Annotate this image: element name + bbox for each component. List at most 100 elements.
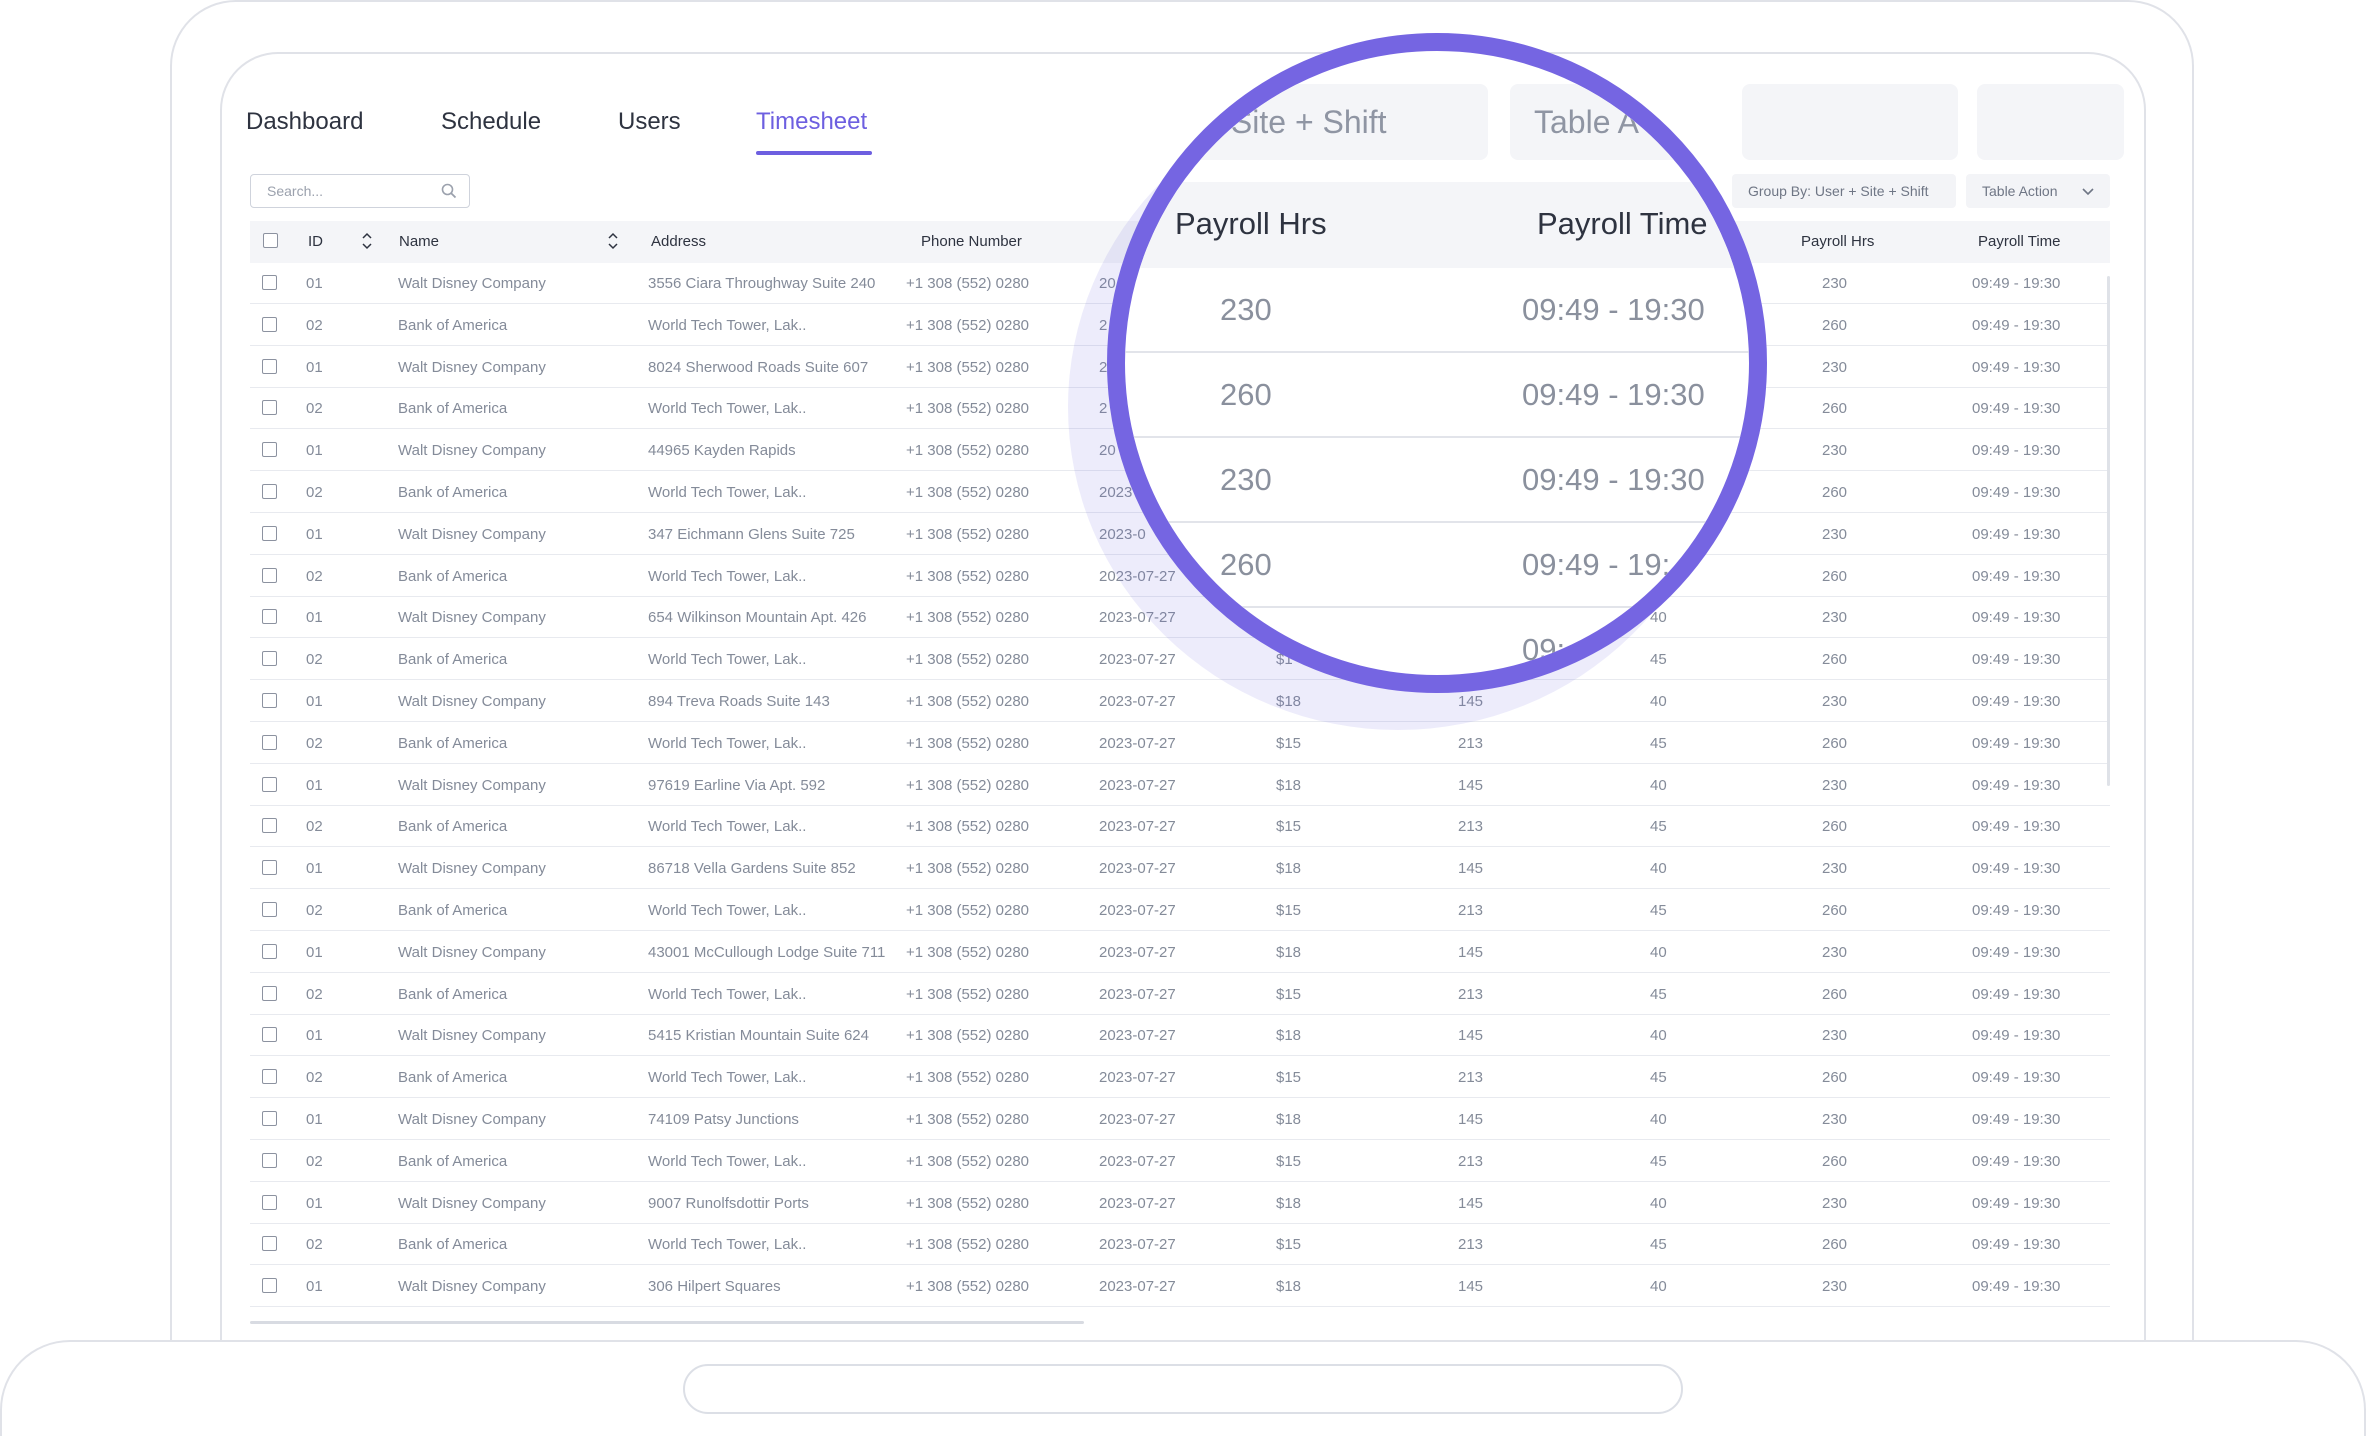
select-all-checkbox[interactable] (263, 233, 278, 248)
magnified-header-payroll-hrs: Payroll Hrs (1175, 206, 1327, 241)
cell-date: 2023-07-27 (1099, 1069, 1176, 1087)
table-row[interactable]: 01 Walt Disney Company 86718 Vella Gardens… (250, 848, 2110, 890)
cell-name: Bank of America (398, 400, 508, 418)
magnified-payroll-time: 09: (1522, 632, 1566, 667)
table-row[interactable]: 02 Bank of America World Tech Tower, Lak..… (250, 723, 2110, 764)
tab-schedule[interactable]: Schedule (441, 108, 541, 136)
table-row[interactable]: 01 Walt Disney Company 894 Treva Roads Sui… (250, 681, 2110, 722)
cell-payroll-time: 09:49 - 19:30 (1972, 1152, 2061, 1170)
row-checkbox[interactable] (262, 525, 277, 541)
row-checkbox[interactable] (262, 358, 277, 374)
row-checkbox[interactable] (262, 400, 277, 416)
row-checkbox[interactable] (262, 275, 277, 290)
cell-date: 2023-07-27 (1099, 1236, 1176, 1254)
row-checkbox[interactable] (262, 818, 277, 834)
vertical-scrollbar[interactable] (2107, 276, 2110, 786)
table-row[interactable]: 02 Bank of America World Tech Tower, Lak..… (250, 890, 2110, 931)
column-header-payroll-time[interactable]: Payroll Time (1978, 233, 2061, 250)
cell-value: 40 (1650, 1194, 1667, 1212)
cell-value: 213 (1458, 985, 1484, 1003)
cell-date: 2023-07-27 (1099, 1111, 1176, 1128)
row-checkbox[interactable] (262, 693, 277, 708)
magnifier-lens: ser + Site + Shift Table A Payroll Hrs P… (1107, 33, 1767, 693)
table-row[interactable]: 02 Bank of America World Tech Tower, Lak..… (250, 1141, 2110, 1182)
table-row[interactable]: 02 Bank of America World Tech Tower, Lak..… (250, 1224, 2110, 1266)
row-checkbox[interactable] (262, 1278, 277, 1294)
table-row[interactable]: 01 Walt Disney Company 43001 McCullough Lo… (250, 932, 2110, 973)
column-header-phone[interactable]: Phone Number (921, 233, 1022, 250)
cell-rate: $15 (1276, 902, 1302, 919)
cell-payroll-time: 09:49 - 19:30 (1972, 275, 2061, 292)
cell-value: 45 (1650, 985, 1667, 1003)
row-checkbox[interactable] (262, 1111, 277, 1126)
magnified-payroll-hrs: 230 (1220, 292, 1272, 327)
cell-payroll-hrs: 260 (1822, 1069, 1848, 1087)
cell-phone: +1 308 (552) 0280 (906, 400, 1030, 418)
row-checkbox[interactable] (262, 902, 277, 917)
row-checkbox[interactable] (262, 316, 277, 332)
cell-payroll-hrs: 230 (1822, 943, 1848, 961)
row-checkbox[interactable] (262, 734, 277, 750)
cell-payroll-hrs: 230 (1822, 275, 1848, 292)
table-row[interactable]: 01 Walt Disney Company 9007 Runolfsdottir … (250, 1183, 2110, 1224)
table-row[interactable]: 01 Walt Disney Company 74109 Patsy Junctio… (250, 1099, 2110, 1140)
row-checkbox[interactable] (262, 609, 277, 625)
horizontal-scrollbar[interactable] (250, 1321, 1084, 1324)
cell-value: 145 (1458, 1194, 1484, 1212)
cell-address: World Tech Tower, Lak.. (648, 1236, 807, 1254)
cell-phone: +1 308 (552) 0280 (906, 651, 1030, 669)
cell-payroll-hrs: 230 (1822, 860, 1848, 878)
row-checkbox[interactable] (262, 1236, 277, 1252)
row-checkbox[interactable] (262, 484, 277, 499)
group-by-dropdown[interactable]: Group By: User + Site + Shift (1732, 174, 1956, 208)
cell-date: 2023-07-27 (1099, 1278, 1176, 1296)
tab-users[interactable]: Users (618, 108, 681, 136)
cell-address: World Tech Tower, Lak.. (648, 985, 807, 1003)
cell-phone: +1 308 (552) 0280 (906, 316, 1030, 334)
toolbar-placeholder-block (1977, 84, 2124, 160)
sort-icon[interactable] (607, 231, 619, 251)
table-row[interactable]: 02 Bank of America World Tech Tower, Lak..… (250, 806, 2110, 848)
row-checkbox[interactable] (262, 1194, 277, 1210)
tab-dashboard[interactable]: Dashboard (246, 108, 363, 136)
cell-payroll-hrs: 260 (1822, 567, 1848, 585)
magnified-header-payroll-time: Payroll Time (1537, 206, 1708, 241)
row-checkbox[interactable] (262, 442, 277, 458)
row-checkbox[interactable] (262, 943, 277, 959)
column-header-id[interactable]: ID (308, 233, 323, 250)
cell-date: 2023-07-27 (1099, 1194, 1176, 1212)
magnified-payroll-time: 09:49 - 19:30 (1522, 462, 1705, 497)
tab-timesheet[interactable]: Timesheet (756, 108, 867, 136)
cell-id: 01 (306, 1194, 323, 1212)
cell-payroll-hrs: 230 (1822, 776, 1848, 794)
table-row[interactable]: 01 Walt Disney Company 306 Hilpert Squares… (250, 1266, 2110, 1308)
row-checkbox[interactable] (262, 1027, 277, 1043)
cell-payroll-time: 09:49 - 19:30 (1972, 1236, 2061, 1254)
table-row[interactable]: 01 Walt Disney Company 97619 Earline Via A… (250, 765, 2110, 806)
row-checkbox[interactable] (262, 651, 277, 667)
cell-value: 145 (1458, 1278, 1484, 1296)
column-header-payroll-hrs[interactable]: Payroll Hrs (1801, 233, 1874, 250)
cell-rate: $15 (1276, 1069, 1302, 1087)
column-header-name[interactable]: Name (399, 233, 439, 250)
cell-payroll-time: 09:49 - 19:30 (1972, 860, 2061, 878)
cell-phone: +1 308 (552) 0280 (906, 567, 1030, 585)
row-checkbox[interactable] (262, 860, 277, 876)
table-row[interactable]: 02 Bank of America World Tech Tower, Lak..… (250, 1057, 2110, 1099)
cell-payroll-hrs: 260 (1822, 1152, 1848, 1170)
sort-icon[interactable] (361, 231, 373, 251)
cell-id: 02 (306, 484, 323, 501)
row-checkbox[interactable] (262, 985, 277, 1001)
row-checkbox[interactable] (262, 1069, 277, 1085)
column-header-address[interactable]: Address (651, 233, 706, 250)
table-row[interactable]: 02 Bank of America World Tech Tower, Lak..… (250, 974, 2110, 1015)
search-input[interactable]: Search... (250, 174, 470, 208)
row-checkbox[interactable] (262, 1152, 277, 1168)
row-checkbox[interactable] (262, 567, 277, 583)
cell-address: 97619 Earline Via Apt. 592 (648, 776, 826, 794)
table-action-dropdown[interactable]: Table Action (1966, 174, 2110, 208)
cell-value: 40 (1650, 943, 1667, 961)
cell-id: 02 (306, 316, 323, 334)
table-row[interactable]: 01 Walt Disney Company 5415 Kristian Mount… (250, 1015, 2110, 1057)
row-checkbox[interactable] (262, 776, 277, 792)
